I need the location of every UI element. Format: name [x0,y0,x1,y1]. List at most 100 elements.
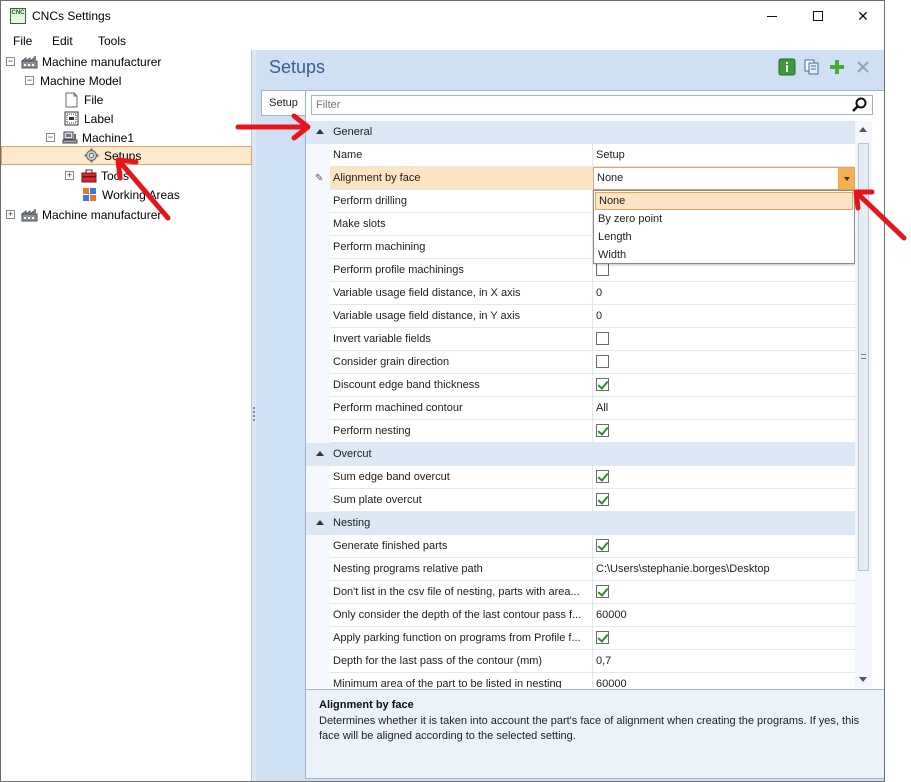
property-row-nesting-programs-path[interactable]: Nesting programs relative path C:\Users\… [306,558,855,581]
checkbox[interactable] [596,355,609,368]
menu-edit[interactable]: Edit [52,34,73,48]
tree-item-tools[interactable]: + Tools [65,166,129,185]
menu-tools[interactable]: Tools [98,34,126,48]
property-value[interactable] [593,489,855,512]
info-button[interactable] [778,58,796,76]
property-row-invert-variable-fields[interactable]: Invert variable fields [306,328,855,351]
category-nesting[interactable]: Nesting [306,512,855,535]
dropdown-option-length[interactable]: Length [595,228,853,246]
filter-input[interactable] [312,96,842,114]
checkbox-checked[interactable] [596,539,609,552]
search-button[interactable] [851,97,869,113]
property-row-only-consider-depth[interactable]: Only consider the depth of the last cont… [306,604,855,627]
checkbox-checked[interactable] [596,493,609,506]
checkbox-checked[interactable] [596,631,609,644]
dropdown-option-none[interactable]: None [595,192,853,210]
checkbox-checked[interactable] [596,585,609,598]
alignment-combobox[interactable]: None [593,167,855,190]
collapse-caret-icon[interactable] [316,520,324,525]
checkbox[interactable] [596,332,609,345]
property-value[interactable] [593,535,855,558]
property-value[interactable] [593,581,855,604]
property-name[interactable]: Alignment by face [330,167,593,190]
property-row-dont-list-csv[interactable]: Don't list in the csv file of nesting, p… [306,581,855,604]
tree-item-machine-manufacturer-2[interactable]: + Machine manufacturer [6,205,161,224]
tree-item-machine-manufacturer[interactable]: − Machine manufacturer [6,52,161,71]
property-name[interactable]: Invert variable fields [330,328,593,351]
property-value[interactable]: 60000 [593,604,855,627]
checkbox[interactable] [596,263,609,276]
property-name[interactable]: Depth for the last pass of the contour (… [330,650,593,673]
property-row-minimum-area[interactable]: Minimum area of the part to be listed in… [306,673,855,688]
splitter-grip-icon[interactable] [253,407,255,421]
category-overcut[interactable]: Overcut [306,443,855,466]
property-name[interactable]: Variable usage field distance, in Y axis [330,305,593,328]
tree-item-label[interactable]: Label [63,109,113,128]
menu-file[interactable]: File [13,34,32,48]
minimize-button[interactable] [749,1,795,31]
property-name[interactable]: Sum plate overcut [330,489,593,512]
property-value[interactable] [593,351,855,374]
collapse-caret-icon[interactable] [316,451,324,456]
property-value[interactable]: C:\Users\stephanie.borges\Desktop [593,558,855,581]
property-row-apply-parking[interactable]: Apply parking function on programs from … [306,627,855,650]
checkbox-checked[interactable] [596,424,609,437]
property-name[interactable]: Make slots [330,213,593,236]
property-value[interactable]: 0,7 [593,650,855,673]
property-row-sum-plate-overcut[interactable]: Sum plate overcut [306,489,855,512]
category-general[interactable]: General [306,121,855,144]
property-value[interactable] [593,420,855,443]
property-row-depth-last-pass[interactable]: Depth for the last pass of the contour (… [306,650,855,673]
vertical-scrollbar[interactable] [855,121,872,688]
property-name[interactable]: Only consider the depth of the last cont… [330,604,593,627]
property-name[interactable]: Perform machining [330,236,593,259]
close-button[interactable]: ✕ [840,1,884,31]
property-value[interactable] [593,627,855,650]
tree-item-setups[interactable]: Setups [1,146,252,165]
property-value[interactable] [593,374,855,397]
property-name[interactable]: Consider grain direction [330,351,593,374]
checkbox-checked[interactable] [596,378,609,391]
property-value[interactable]: 60000 [593,673,855,688]
expand-icon[interactable]: + [65,171,74,180]
scroll-up-icon[interactable] [859,127,867,132]
tree-item-working-areas[interactable]: Working Areas [81,185,180,204]
checkbox-checked[interactable] [596,470,609,483]
delete-button[interactable] [854,58,872,76]
property-name[interactable]: Nesting programs relative path [330,558,593,581]
property-row-perform-nesting[interactable]: Perform nesting [306,420,855,443]
property-name[interactable]: Generate finished parts [330,535,593,558]
tree-item-file[interactable]: File [63,90,103,109]
collapse-icon[interactable]: − [46,133,55,142]
property-value[interactable]: 0 [593,282,855,305]
property-row-sum-edge-band-overcut[interactable]: Sum edge band overcut [306,466,855,489]
property-name[interactable]: Minimum area of the part to be listed in… [330,673,593,688]
property-row-consider-grain-direction[interactable]: Consider grain direction [306,351,855,374]
property-row-alignment-by-face[interactable]: ✎ Alignment by face None [306,167,855,190]
property-value[interactable]: All [593,397,855,420]
property-value[interactable] [593,466,855,489]
property-name[interactable]: Sum edge band overcut [330,466,593,489]
dropdown-button[interactable] [838,168,854,189]
tree-item-machine1[interactable]: − Machine1 [46,128,134,147]
property-row-variable-usage-y[interactable]: Variable usage field distance, in Y axis… [306,305,855,328]
property-value[interactable]: 0 [593,305,855,328]
property-name[interactable]: Perform machined contour [330,397,593,420]
property-name[interactable]: Perform nesting [330,420,593,443]
dropdown-option-width[interactable]: Width [595,246,853,264]
property-row-variable-usage-x[interactable]: Variable usage field distance, in X axis… [306,282,855,305]
scroll-thumb[interactable] [858,143,869,571]
property-name[interactable]: Perform drilling [330,190,593,213]
property-name[interactable]: Apply parking function on programs from … [330,627,593,650]
property-row-generate-finished-parts[interactable]: Generate finished parts [306,535,855,558]
property-name[interactable]: Variable usage field distance, in X axis [330,282,593,305]
copy-button[interactable] [803,58,821,76]
property-name[interactable]: Perform profile machinings [330,259,593,282]
property-name[interactable]: Discount edge band thickness [330,374,593,397]
collapse-icon[interactable]: − [25,76,34,85]
maximize-button[interactable] [795,1,841,31]
property-row-discount-edge-band[interactable]: Discount edge band thickness [306,374,855,397]
dropdown-option-by-zero-point[interactable]: By zero point [595,210,853,228]
add-button[interactable] [828,58,846,76]
tab-setup[interactable]: Setup [261,90,305,116]
